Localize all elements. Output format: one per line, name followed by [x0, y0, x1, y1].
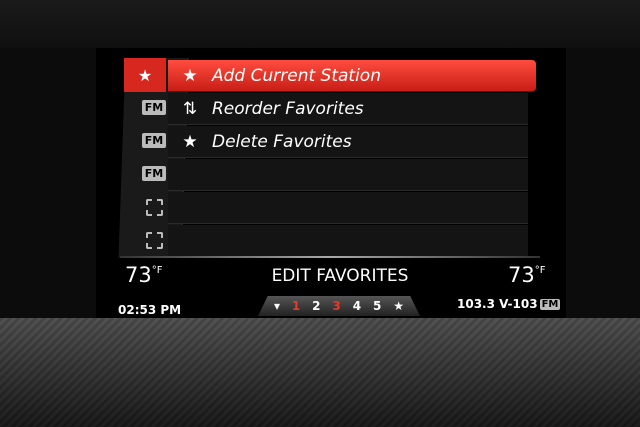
right-temperature[interactable]: 73°F — [508, 263, 546, 287]
left-temperature[interactable]: 73°F — [125, 263, 163, 287]
preset-arrow-icon[interactable]: ▾ — [274, 299, 280, 313]
fm-badge: FM — [141, 99, 167, 115]
menu-item-label: Add Current Station — [212, 65, 381, 86]
add-star-icon: ★ — [182, 65, 198, 86]
menu-item-label: Reorder Favorites — [212, 98, 364, 119]
menu-item-add-current-station[interactable]: ★ Add Current Station — [168, 60, 536, 92]
fm-badge: FM — [141, 165, 167, 181]
preset-2[interactable]: 2 — [312, 299, 320, 313]
menu-item-delete-favorites[interactable]: ★ Delete Favorites — [168, 126, 528, 158]
current-station: 103.3 V-103 FM — [457, 297, 561, 311]
preset-4[interactable]: 4 — [353, 299, 361, 313]
reorder-icon: ⇅ — [182, 98, 198, 119]
favorites-star-icon[interactable]: ★ — [393, 299, 404, 313]
preset-3[interactable]: 3 — [332, 299, 340, 313]
menu-row-blank — [168, 225, 528, 257]
clock: 02:53 PM — [118, 303, 182, 317]
sidebar-item-favorites-edit[interactable]: ★ — [124, 58, 166, 92]
empty-slot-icon — [145, 231, 163, 249]
menu-item-reorder-favorites[interactable]: ⇅ Reorder Favorites — [168, 93, 528, 125]
status-divider — [120, 256, 540, 258]
fm-badge: FM — [141, 132, 167, 148]
preset-bar[interactable]: ▾ 1 2 3 4 5 ★ — [258, 296, 420, 316]
menu-item-label: Delete Favorites — [212, 131, 352, 152]
star-pin-icon: ★ — [137, 65, 153, 85]
empty-slot-icon — [145, 198, 163, 216]
preset-1[interactable]: 1 — [292, 299, 300, 313]
menu-row-blank — [168, 192, 528, 224]
menu-row-blank — [168, 159, 528, 191]
fm-badge: FM — [539, 298, 561, 310]
top-bezel — [0, 0, 640, 48]
page-title: EDIT FAVORITES — [271, 266, 409, 286]
delete-star-icon: ★ — [182, 131, 198, 152]
preset-5[interactable]: 5 — [373, 299, 381, 313]
carbon-fiber-trim — [0, 318, 640, 427]
